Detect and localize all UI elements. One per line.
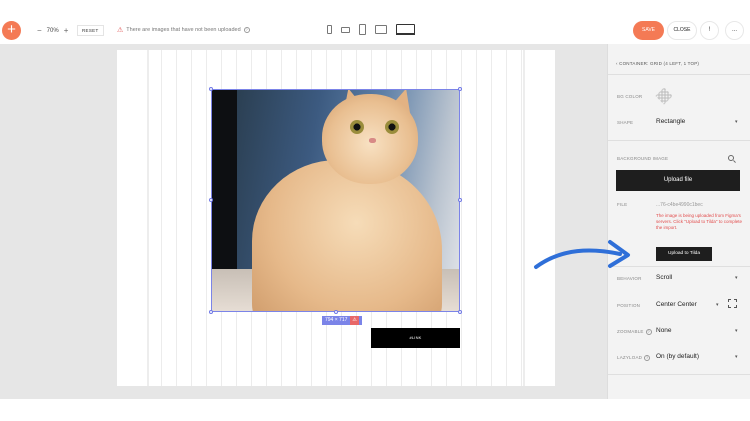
shape-label: SHAPE [617,120,634,125]
shape-select[interactable]: Rectangle [656,118,685,125]
more-button[interactable]: ... [725,21,744,40]
tablet-portrait-icon[interactable] [359,24,366,35]
resize-handle[interactable] [334,310,338,314]
position-label: POSITION [617,303,641,308]
help-icon[interactable]: ? [645,329,652,335]
zoomable-select[interactable]: None [656,327,672,334]
resize-handle[interactable] [458,87,462,91]
help-icon[interactable]: ? [243,27,250,33]
annotation-arrow-icon [534,240,630,269]
position-select[interactable]: Center Center [656,301,697,308]
upload-file-button[interactable]: Upload file [616,170,740,191]
container-breadcrumb[interactable]: ‹ CONTAINER: GRID (4 LEFT, 1 TOP) [616,61,699,66]
upload-warning-text: There are images that have not been uplo… [126,27,241,33]
save-button[interactable]: SAVE [633,21,664,40]
tablet-landscape-icon[interactable] [375,25,387,34]
zoom-value: 70% [46,27,59,34]
zoom-control: − 70% + [37,26,68,35]
divider [608,140,750,141]
editor-app: + − 70% + RESET ⚠ There are images that … [0,0,750,421]
cat-eye [385,120,399,134]
lazyload-label-text: LAZYLOAD [617,355,643,361]
search-icon[interactable] [728,155,734,161]
image-size-label: 794 × 717 [325,317,348,323]
upload-to-tilda-button[interactable]: Upload to Tilda [656,247,712,261]
desktop-icon[interactable] [396,24,415,35]
cat-eye [350,120,364,134]
resize-handle[interactable] [209,310,213,314]
resize-handle[interactable] [209,87,213,91]
background-image-label: BACKGROUND IMAGE [617,156,669,161]
cat-image-element[interactable] [211,89,460,312]
artboard-margin-right [525,50,555,386]
warning-icon: ⚠ [117,27,124,34]
resize-handle[interactable] [209,198,213,202]
behavior-select[interactable]: Scroll [656,274,672,281]
info-button[interactable]: ! [700,21,719,40]
warning-icon: ⚠ [350,316,359,325]
resize-handle[interactable] [458,310,462,314]
add-block-button[interactable]: + [2,21,21,40]
upload-error-message: The image is being uploaded from Figma's… [656,213,742,230]
chevron-down-icon[interactable]: ▾ [735,328,738,334]
lazyload-select[interactable]: On (by default) [656,353,699,360]
divider [608,374,750,375]
image-size-badge: 794 × 717 ⚠ [322,316,362,325]
cat-body [252,160,442,311]
phone-landscape-icon[interactable] [341,26,350,33]
device-switcher [327,24,415,35]
behavior-label: BEHAVIOR [617,276,642,281]
grid-guide [523,50,525,386]
zoomable-label: ZOOMABLE? [617,329,652,335]
chevron-down-icon[interactable]: ▾ [735,119,738,125]
link-button-element[interactable]: #LINK [371,328,460,348]
zoomable-label-text: ZOOMABLE [617,329,644,335]
file-name: ...76-c4be4990c1bec [656,202,703,208]
help-icon[interactable]: ? [644,355,651,361]
phone-portrait-icon[interactable] [327,25,332,34]
cat-nose [369,138,376,143]
top-toolbar: + − 70% + RESET ⚠ There are images that … [0,20,750,44]
chevron-down-icon[interactable]: ▾ [716,302,719,308]
grid-guide [147,50,149,386]
upload-warning: ⚠ There are images that have not been up… [117,26,250,34]
bg-color-label: BG COLOR [617,94,643,99]
zoom-out-button[interactable]: − [37,26,42,35]
artboard-margin-left [117,50,147,386]
divider [608,74,750,75]
bg-color-swatch[interactable] [655,87,673,105]
chevron-down-icon[interactable]: ▾ [735,275,738,281]
resize-handle[interactable] [458,198,462,202]
settings-panel: ‹ CONTAINER: GRID (4 LEFT, 1 TOP) BG COL… [607,44,750,399]
close-button[interactable]: CLOSE [667,21,697,40]
focal-point-icon[interactable] [728,299,737,308]
chevron-down-icon[interactable]: ▾ [735,354,738,360]
file-label: FILE [617,202,628,207]
reset-button[interactable]: RESET [77,25,104,36]
zoom-in-button[interactable]: + [64,26,69,35]
lazyload-label: LAZYLOAD? [617,355,651,361]
